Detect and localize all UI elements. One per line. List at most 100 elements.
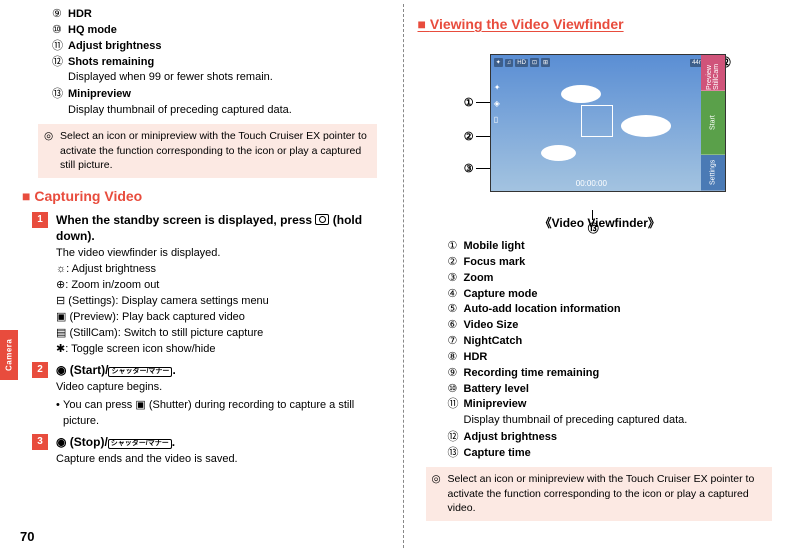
vf-right-pane: Preview StillCam Start Settings — [701, 55, 725, 191]
step-body: Video capture begins. You can press ▣ (S… — [56, 380, 387, 430]
item-num: ⑬ — [448, 446, 464, 461]
item-label: Capture time — [464, 447, 531, 459]
item-num: ⑪ — [52, 39, 68, 54]
step-line: The video viewfinder is displayed. — [56, 246, 387, 262]
callout: ③ — [464, 162, 474, 175]
list-item: ⑪Minipreview — [418, 397, 783, 412]
step-title: ◉ (Start)/シャッター/マナー. — [56, 362, 176, 378]
step-line: ⊕: Zoom in/zoom out — [56, 278, 387, 294]
step-line: ☼: Adjust brightness — [56, 262, 387, 278]
item-num: ③ — [448, 271, 464, 286]
callout-line — [476, 136, 490, 137]
item-num: ⑬ — [52, 87, 68, 102]
step-body: Capture ends and the video is saved. — [56, 452, 387, 468]
list-item: ⑫Shots remaining — [22, 55, 387, 70]
section-heading-capturing-video: ■ Capturing Video — [22, 188, 387, 204]
viewfinder-diagram: ④ ⑤ ⑥ ⑦ ⑧ ⑨ ⑩ ⑪ ⑫ ① ② ③ — [460, 54, 740, 192]
vf-top-icon: ✦ — [494, 58, 503, 67]
step-line: Video capture begins. — [56, 380, 387, 396]
step-badge-2: 2 — [32, 362, 48, 378]
item-label: HDR — [68, 8, 92, 20]
item-num: ⑩ — [52, 23, 68, 38]
step-line: ⊟ (Settings): Display camera settings me… — [56, 294, 387, 310]
list-item: ④Capture mode — [418, 287, 783, 302]
item-label: Focus mark — [464, 256, 526, 268]
item-num: ⑥ — [448, 318, 464, 333]
item-num: ① — [448, 239, 464, 254]
heading-text: Capturing Video — [34, 188, 142, 204]
step-text: ◉ (Stop)/ — [56, 435, 108, 449]
item-num: ⑦ — [448, 334, 464, 349]
step-badge-3: 3 — [32, 434, 48, 450]
item-num: ④ — [448, 287, 464, 302]
item-num: ⑨ — [52, 7, 68, 22]
focus-rectangle — [581, 105, 613, 137]
step-text-end: . — [172, 435, 175, 449]
item-num: ② — [448, 255, 464, 270]
vf-top-icon: ⊞ — [541, 58, 550, 67]
item-label: Auto-add location information — [464, 303, 621, 315]
list-item: ⑩HQ mode — [22, 23, 387, 38]
item-num: ⑪ — [448, 397, 464, 412]
camera-icon — [315, 214, 329, 225]
step-text: ◉ (Start)/ — [56, 363, 108, 377]
left-column: ⑨HDR ⑩HQ mode ⑪Adjust brightness ⑫Shots … — [0, 0, 403, 552]
heading-text: Viewing the Video Viewfinder — [430, 16, 624, 32]
callout: ① — [464, 96, 474, 109]
list-item: ⑧HDR — [418, 350, 783, 365]
vf-preview-button: Preview StillCam — [701, 55, 725, 91]
vf-top-icon: HD — [515, 59, 528, 67]
key-icon: シャッター/マナー — [108, 439, 172, 449]
item-label: HDR — [464, 351, 488, 363]
item-label: Battery level — [464, 383, 529, 395]
vf-top-icon: ♫ — [505, 59, 514, 67]
item-label: Capture mode — [464, 288, 538, 300]
list-item: ⑨HDR — [22, 7, 387, 22]
list-item: ①Mobile light — [418, 239, 783, 254]
step-line: ✱: Toggle screen icon show/hide — [56, 342, 387, 358]
step-bullet: You can press ▣ (Shutter) during recordi… — [56, 398, 387, 430]
vf-settings-button: Settings — [701, 155, 725, 191]
right-column: ■ Viewing the Video Viewfinder ④ ⑤ ⑥ ⑦ ⑧… — [404, 0, 798, 552]
callout: ⑬ — [588, 220, 599, 236]
step-title: ◉ (Stop)/シャッター/マナー. — [56, 434, 175, 450]
list-item: ⑫Adjust brightness — [418, 430, 783, 445]
item-label: Adjust brightness — [68, 40, 162, 52]
focus-mark-icon: ◈ — [494, 99, 510, 111]
item-num: ⑨ — [448, 366, 464, 381]
item-label: Minipreview — [68, 88, 131, 100]
step-line: ▤ (StillCam): Switch to still picture ca… — [56, 326, 387, 342]
cloud-icon — [561, 85, 601, 103]
list-item: ②Focus mark — [418, 255, 783, 270]
list-item: ⑬Minipreview — [22, 87, 387, 102]
note-box: Select an icon or minipreview with the T… — [426, 467, 773, 521]
item-label: Mobile light — [464, 240, 525, 252]
step-body: The video viewfinder is displayed. ☼: Ad… — [56, 246, 387, 358]
item-label: Minipreview — [464, 398, 527, 410]
item-num: ⑫ — [52, 55, 68, 70]
list-item: ⑬Capture time — [418, 446, 783, 461]
cloud-icon — [621, 115, 671, 137]
list-item: ③Zoom — [418, 271, 783, 286]
callout-line — [476, 168, 490, 169]
item-desc: Display thumbnail of preceding captured … — [22, 103, 387, 118]
square-icon: ■ — [22, 188, 34, 204]
item-desc: Display thumbnail of preceding captured … — [418, 413, 783, 428]
mobile-light-icon: ✦ — [494, 83, 510, 95]
item-label: Adjust brightness — [464, 431, 558, 443]
step-text-a: When the standby screen is displayed, pr… — [56, 213, 315, 227]
key-icon: シャッター/マナー — [108, 367, 172, 377]
callout-line — [592, 210, 593, 220]
item-label: HQ mode — [68, 24, 117, 36]
square-icon: ■ — [418, 16, 430, 32]
item-label: Video Size — [464, 319, 519, 331]
item-num: ⑤ — [448, 302, 464, 317]
note-box: Select an icon or minipreview with the T… — [38, 124, 377, 178]
step-text-end: . — [172, 363, 175, 377]
list-item: ⑨Recording time remaining — [418, 366, 783, 381]
viewfinder-screen: ✦ ♫ HD ⊡ ⊞ 44m ▮ ✦ ◈ ▯ 00:00:00 — [490, 54, 726, 192]
vf-topbar: ✦ ♫ HD ⊡ ⊞ 44m ▮ — [494, 58, 722, 67]
callout-line — [476, 102, 490, 103]
section-heading-viewing-viewfinder: ■ Viewing the Video Viewfinder — [418, 16, 783, 32]
callout: ② — [464, 130, 474, 143]
